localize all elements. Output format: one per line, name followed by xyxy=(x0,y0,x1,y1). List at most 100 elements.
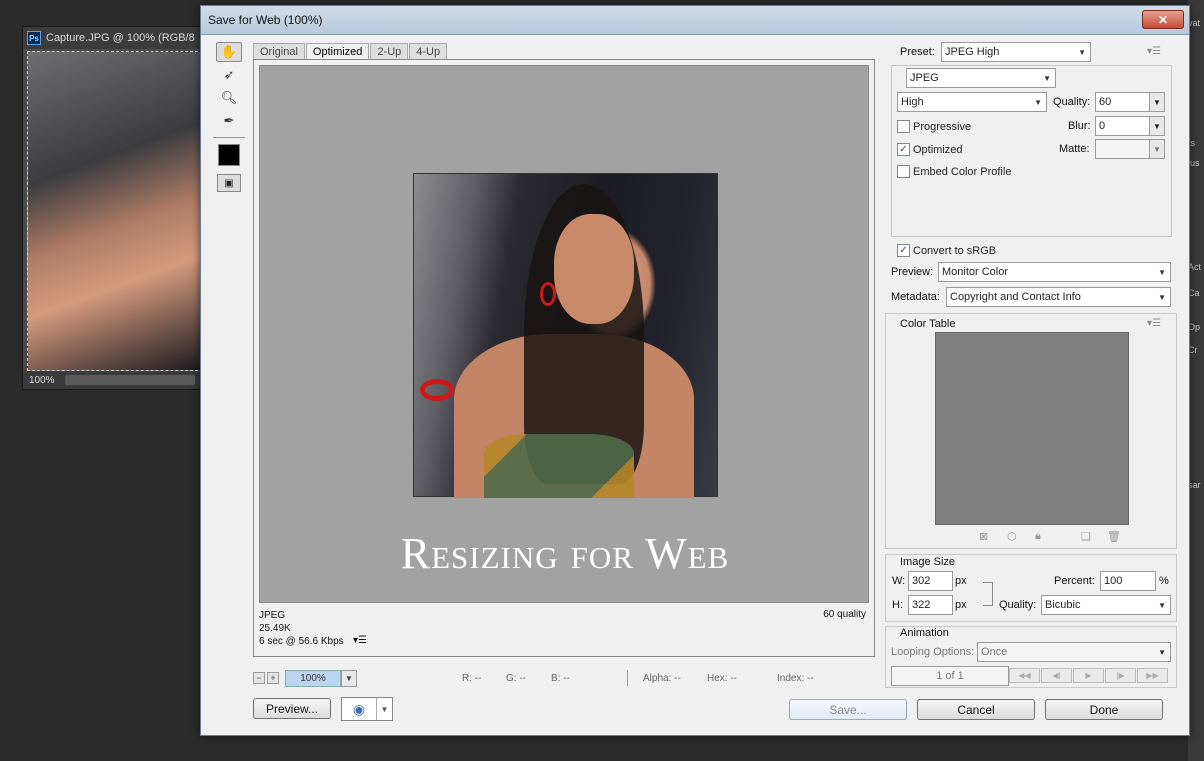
percent-label: Percent: xyxy=(1054,575,1095,587)
height-field[interactable]: 322 xyxy=(908,595,953,615)
last-frame-icon[interactable]: ▶▶ xyxy=(1137,668,1168,683)
toggle-slices-icon[interactable]: ▣ xyxy=(217,174,241,192)
constrain-proportions-link-icon[interactable] xyxy=(983,582,993,606)
compression-quality-value: High xyxy=(901,96,924,108)
quality-dropdown-icon[interactable]: ▼ xyxy=(1149,93,1164,111)
optimized-checkbox-box[interactable]: ✓ xyxy=(897,143,910,156)
compression-quality-select[interactable]: High ▼ xyxy=(897,92,1047,112)
looping-options-select[interactable]: Once ▼ xyxy=(977,642,1171,662)
zoom-dropdown-icon[interactable]: ▼ xyxy=(341,669,357,687)
alpha-readout: Alpha: -- xyxy=(643,673,681,684)
optimized-photo xyxy=(413,173,718,498)
color-table-swatch-area[interactable] xyxy=(935,332,1129,525)
play-icon[interactable]: ▶ xyxy=(1073,668,1104,683)
quality-value: 60 xyxy=(1099,96,1112,108)
optimized-label: Optimized xyxy=(913,143,963,156)
height-label: H: xyxy=(892,599,903,611)
convert-srgb-checkbox[interactable]: ✓ Convert to sRGB xyxy=(897,244,996,257)
eyedropper-color-swatch[interactable] xyxy=(218,144,240,166)
tab-2-up[interactable]: 2-Up xyxy=(370,43,409,59)
next-frame-icon[interactable]: |▶ xyxy=(1105,668,1136,683)
optimize-menu-icon[interactable]: ▾☰ xyxy=(1147,46,1161,57)
zoom-level-field[interactable]: 100% xyxy=(285,669,341,687)
blur-field[interactable]: 0 ▼ xyxy=(1095,116,1165,136)
new-color-icon[interactable]: ❏ xyxy=(1081,530,1091,543)
frame-counter: 1 of 1 xyxy=(891,666,1009,686)
tab-original[interactable]: Original xyxy=(253,43,305,59)
animation-label: Animation xyxy=(900,627,949,639)
background-document-status: 100% xyxy=(23,371,203,389)
close-button[interactable]: ✕ xyxy=(1142,10,1184,29)
tools-divider xyxy=(213,137,245,138)
optimization-info-left: JPEG 25.49K 6 sec @ 56.6 Kbps xyxy=(259,609,344,648)
preview-frame: Resizing for Web JPEG 25.49K 6 sec @ 56.… xyxy=(253,59,875,657)
chevron-down-icon: ▼ xyxy=(1158,292,1166,302)
view-tabs: Original Optimized 2-Up 4-Up xyxy=(253,43,448,59)
photoshop-icon: Ps xyxy=(27,31,41,45)
percent-value: 100 xyxy=(1104,575,1123,587)
delete-color-icon[interactable]: 🗑︎ xyxy=(1107,530,1121,543)
zoom-in-button[interactable]: + xyxy=(267,672,279,684)
previous-frame-icon[interactable]: ◀| xyxy=(1041,668,1072,683)
background-document-title-text: Capture.JPG @ 100% (RGB/8 xyxy=(46,32,195,44)
watermark-text: Resizing for Web xyxy=(400,529,730,578)
strip-label: sar xyxy=(1188,480,1201,490)
tab-4-up[interactable]: 4-Up xyxy=(409,43,448,59)
save-button[interactable]: Save... xyxy=(789,699,907,720)
dialog-title: Save for Web (100%) xyxy=(208,13,323,27)
photo-earring-shape xyxy=(540,282,556,306)
quality-field[interactable]: 60 ▼ xyxy=(1095,92,1165,112)
zoom-tool-icon[interactable]: 🔍︎ xyxy=(216,88,242,108)
matte-field[interactable]: ▼ xyxy=(1095,139,1165,159)
embed-color-profile-checkbox[interactable]: Embed Color Profile xyxy=(897,165,1011,178)
strip-label: jus xyxy=(1188,158,1200,168)
strip-label: vat xyxy=(1188,18,1201,28)
quality-label: Quality: xyxy=(1053,96,1091,108)
matte-dropdown-icon[interactable]: ▼ xyxy=(1149,140,1164,158)
metadata-select[interactable]: Copyright and Contact Info ▼ xyxy=(946,287,1171,307)
slice-select-tool-icon[interactable]: ➶ xyxy=(216,65,242,85)
first-frame-icon[interactable]: ◀◀ xyxy=(1009,668,1040,683)
blur-dropdown-icon[interactable]: ▼ xyxy=(1149,117,1164,135)
frame-counter-value: 1 of 1 xyxy=(936,670,964,682)
green-readout: G: -- xyxy=(506,673,526,684)
strip-label: Act xyxy=(1188,262,1202,272)
readout-divider xyxy=(627,670,628,686)
file-format-select[interactable]: JPEG ▼ xyxy=(906,68,1056,88)
progressive-checkbox[interactable]: Progressive xyxy=(897,120,971,133)
color-table-menu-icon[interactable]: ▾☰ xyxy=(1147,318,1161,329)
optimized-checkbox[interactable]: ✓ Optimized xyxy=(897,143,963,156)
preview-mode-select[interactable]: Monitor Color ▼ xyxy=(938,262,1171,282)
progressive-checkbox-box[interactable] xyxy=(897,120,910,133)
preset-select[interactable]: JPEG High ▼ xyxy=(941,42,1091,62)
zoom-out-button[interactable]: − xyxy=(253,672,265,684)
preview-button[interactable]: Preview... xyxy=(253,698,331,719)
strip-label: ts xyxy=(1188,138,1196,148)
preview-in-browser-button[interactable]: ◉ ▼ xyxy=(341,697,393,721)
preview-canvas[interactable]: Resizing for Web xyxy=(259,65,869,603)
matte-label: Matte: xyxy=(1059,143,1090,155)
cancel-button[interactable]: Cancel xyxy=(917,699,1035,720)
web-shift-icon[interactable]: ⬡ xyxy=(1007,530,1017,543)
done-button[interactable]: Done xyxy=(1045,699,1163,720)
tools-column: ✋ ➶ 🔍︎ ✒ ▣ xyxy=(213,42,245,192)
optimization-info: JPEG 25.49K 6 sec @ 56.6 Kbps 60 quality… xyxy=(259,605,869,651)
embed-color-profile-label: Embed Color Profile xyxy=(913,165,1012,178)
download-speed-menu-icon[interactable]: ▾☰ xyxy=(353,635,367,646)
width-field[interactable]: 302 xyxy=(908,571,953,591)
convert-srgb-checkbox-box[interactable]: ✓ xyxy=(897,244,910,257)
map-to-transparent-icon[interactable]: ⊠ xyxy=(979,530,988,543)
strip-label: Cr xyxy=(1188,345,1198,355)
eyedropper-tool-icon[interactable]: ✒ xyxy=(216,111,242,131)
browser-dropdown-icon[interactable]: ▼ xyxy=(376,698,392,720)
hand-tool-icon[interactable]: ✋ xyxy=(216,42,242,62)
percent-field[interactable]: 100 xyxy=(1100,571,1156,591)
metadata-value: Copyright and Contact Info xyxy=(950,291,1081,303)
background-document-scrollbar[interactable] xyxy=(64,375,195,385)
lock-color-icon[interactable]: 🔒︎ xyxy=(1035,530,1041,543)
tab-optimized[interactable]: Optimized xyxy=(305,43,370,59)
resample-quality-select[interactable]: Bicubic ▼ xyxy=(1041,595,1171,615)
chevron-down-icon: ▼ xyxy=(1158,600,1166,610)
embed-color-profile-checkbox-box[interactable] xyxy=(897,165,910,178)
index-readout: Index: -- xyxy=(777,673,814,684)
